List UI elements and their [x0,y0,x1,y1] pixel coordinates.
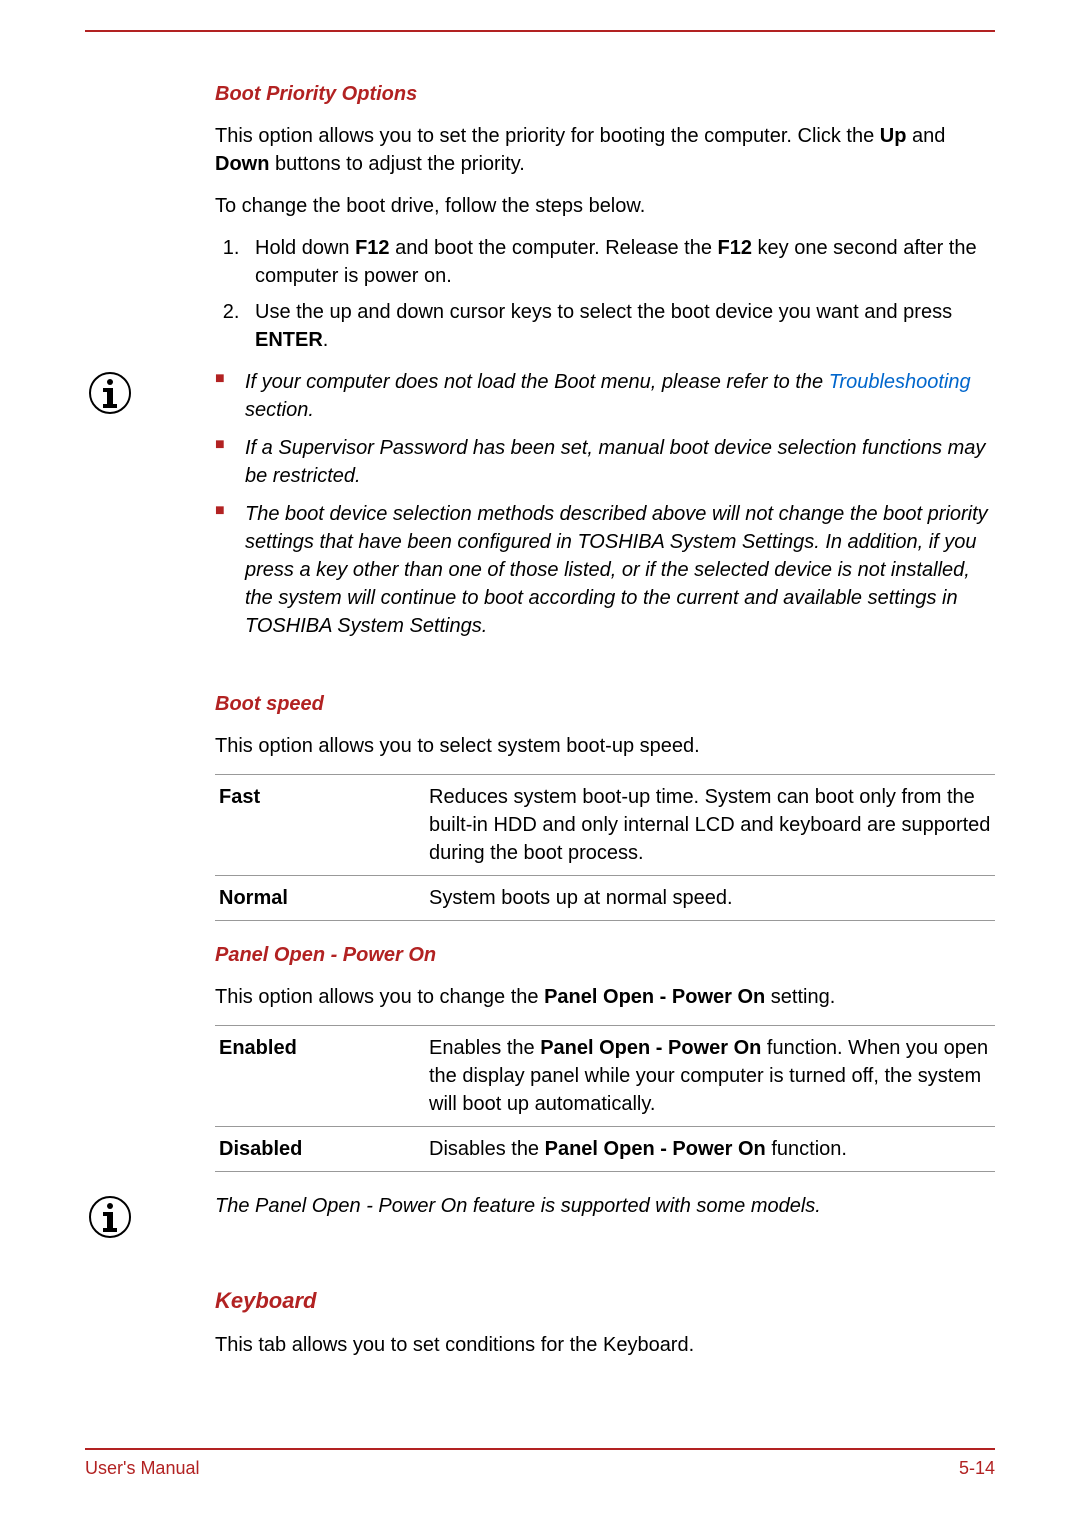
panel-open-disabled-desc: Disables the Panel Open - Power On funct… [425,1127,995,1172]
table-row: Normal System boots up at normal speed. [215,876,995,921]
boot-speed-normal-label: Normal [215,876,425,921]
panel-open-disabled-label: Disabled [215,1127,425,1172]
boot-speed-desc: This option allows you to select system … [215,732,995,760]
top-rule [85,30,995,32]
table-row: Enabled Enables the Panel Open - Power O… [215,1026,995,1127]
boot-speed-fast-desc: Reduces system boot-up time. System can … [425,775,995,876]
panel-open-table: Enabled Enables the Panel Open - Power O… [215,1025,995,1172]
panel-open-note: The Panel Open - Power On feature is sup… [215,1192,995,1220]
boot-speed-table: Fast Reduces system boot-up time. System… [215,774,995,921]
step-2: Use the up and down cursor keys to selec… [245,298,995,354]
table-row: Disabled Disables the Panel Open - Power… [215,1127,995,1172]
heading-boot-priority: Boot Priority Options [215,80,995,108]
note-2: If a Supervisor Password has been set, m… [215,434,995,490]
note-1: If your computer does not load the Boot … [215,368,995,424]
panel-open-enabled-label: Enabled [215,1026,425,1127]
heading-keyboard: Keyboard [215,1286,995,1317]
boot-speed-fast-label: Fast [215,775,425,876]
info-note-boot-priority: If your computer does not load the Boot … [215,368,995,650]
info-note-panel-open: The Panel Open - Power On feature is sup… [215,1192,995,1246]
panel-open-desc: This option allows you to change the Pan… [215,983,995,1011]
step-1: Hold down F12 and boot the computer. Rel… [245,234,995,290]
footer-right: 5-14 [959,1456,995,1481]
info-icon [85,1192,135,1246]
panel-open-enabled-desc: Enables the Panel Open - Power On functi… [425,1026,995,1127]
boot-priority-notes: If your computer does not load the Boot … [215,368,995,640]
boot-priority-p1: This option allows you to set the priori… [215,122,995,178]
heading-panel-open: Panel Open - Power On [215,941,995,969]
page-footer: User's Manual 5-14 [85,1448,995,1481]
keyboard-desc: This tab allows you to set conditions fo… [215,1331,995,1359]
info-icon [85,368,135,422]
boot-speed-normal-desc: System boots up at normal speed. [425,876,995,921]
note-3: The boot device selection methods descri… [215,500,995,640]
footer-left: User's Manual [85,1456,199,1481]
boot-priority-steps: Hold down F12 and boot the computer. Rel… [215,234,995,354]
table-row: Fast Reduces system boot-up time. System… [215,775,995,876]
troubleshooting-link[interactable]: Troubleshooting [829,371,971,393]
heading-boot-speed: Boot speed [215,690,995,718]
boot-priority-p2: To change the boot drive, follow the ste… [215,192,995,220]
